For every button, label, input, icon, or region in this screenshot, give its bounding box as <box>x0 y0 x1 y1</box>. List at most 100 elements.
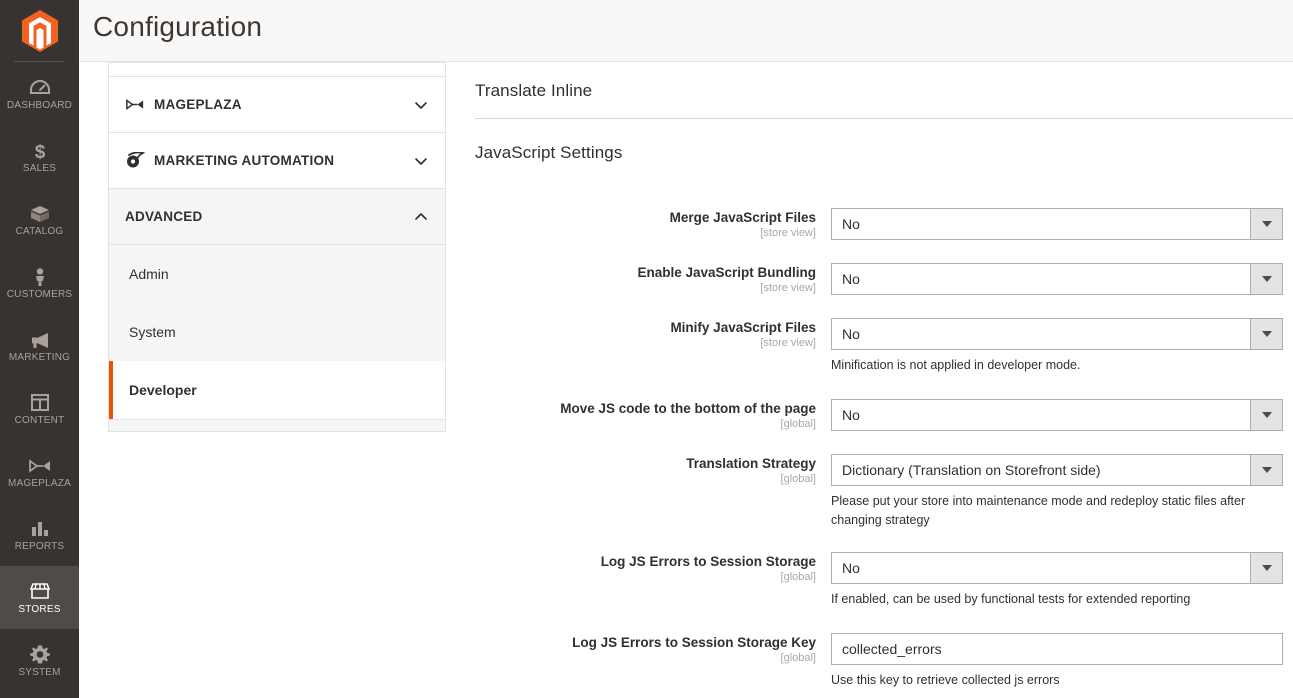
person-icon <box>27 266 53 288</box>
section-title-javascript: JavaScript Settings <box>475 143 623 162</box>
admin-page: DASHBOARD $ SALES CATALOG CUSTOMERS MARK… <box>0 0 1293 698</box>
bar-chart-icon <box>27 518 53 540</box>
field-label: Translation Strategy <box>686 456 816 471</box>
field-label: Minify JavaScript Files <box>670 320 816 335</box>
nav-label: SALES <box>22 162 57 174</box>
nav-label: SYSTEM <box>18 666 61 678</box>
config-section-mageplaza: MAGEPLAZA <box>108 76 446 133</box>
nav-item-customers[interactable]: CUSTOMERS <box>0 251 79 314</box>
field-control: No <box>831 263 1283 295</box>
select-value: Dictionary (Translation on Storefront si… <box>842 462 1101 478</box>
field-control: Dictionary (Translation on Storefront si… <box>831 454 1283 530</box>
config-nav-footer <box>109 419 445 431</box>
config-section-header-mageplaza[interactable]: MAGEPLAZA <box>109 77 445 132</box>
field-label-wrap: Log JS Errors to Session Storage [global… <box>460 554 816 584</box>
field-label: Merge JavaScript Files <box>669 210 816 225</box>
field-label-wrap: Minify JavaScript Files [store view] <box>460 320 816 350</box>
marketing-automation-icon <box>125 152 147 169</box>
config-section-marketing-automation: MARKETING AUTOMATION <box>108 133 446 189</box>
storefront-icon <box>27 581 53 603</box>
translation-strategy-select[interactable]: Dictionary (Translation on Storefront si… <box>831 454 1283 486</box>
field-label-wrap: Translation Strategy [global] <box>460 456 816 486</box>
field-note: If enabled, can be used by functional te… <box>831 592 1191 606</box>
nav-item-stores[interactable]: STORES <box>0 566 79 629</box>
section-divider <box>475 118 1293 119</box>
config-section-label: MARKETING AUTOMATION <box>154 153 335 168</box>
nav-label: REPORTS <box>14 540 65 552</box>
field-control: No If enabled, can be used by functional… <box>831 552 1283 609</box>
chevron-down-icon[interactable] <box>1250 319 1282 349</box>
nav-label: STORES <box>18 603 61 615</box>
config-subitem-system[interactable]: System <box>109 303 445 361</box>
chevron-down-icon[interactable] <box>1250 553 1282 583</box>
nav-label: DASHBOARD <box>6 99 73 111</box>
field-label-wrap: Log JS Errors to Session Storage Key [gl… <box>460 635 816 665</box>
field-label-wrap: Enable JavaScript Bundling [store view] <box>460 265 816 295</box>
mageplaza-bowtie-icon <box>27 455 53 477</box>
config-section-nav: MAGEPLAZA MARKETING AUTOMATION ADVANCED … <box>108 62 446 432</box>
page-title: Configuration <box>93 11 263 42</box>
field-scope: [store view] <box>760 227 816 239</box>
select-value: No <box>842 407 860 423</box>
config-section-partial-above <box>108 62 446 76</box>
field-control: No <box>831 208 1283 240</box>
field-control: No <box>831 399 1283 431</box>
mageplaza-bowtie-icon <box>125 97 147 113</box>
chevron-down-icon[interactable] <box>1250 209 1282 239</box>
nav-item-dashboard[interactable]: DASHBOARD <box>0 62 79 125</box>
field-scope: [store view] <box>760 337 816 349</box>
field-note: Minification is not applied in developer… <box>831 358 1081 372</box>
config-subitem-label: Admin <box>129 266 169 282</box>
config-section-advanced: ADVANCED Admin System Developer <box>108 189 446 432</box>
nav-item-system[interactable]: SYSTEM <box>0 629 79 692</box>
magento-logo-icon <box>20 9 60 53</box>
config-subitem-label: Developer <box>129 382 197 398</box>
select-value: No <box>842 326 860 342</box>
nav-item-reports[interactable]: REPORTS <box>0 503 79 566</box>
log-js-errors-key-input[interactable] <box>831 633 1283 665</box>
chevron-down-icon[interactable] <box>1250 264 1282 294</box>
layout-icon <box>27 392 53 414</box>
nav-label: MAGEPLAZA <box>8 477 71 489</box>
nav-item-catalog[interactable]: CATALOG <box>0 188 79 251</box>
field-scope: [global] <box>780 571 816 583</box>
field-label: Move JS code to the bottom of the page <box>560 401 816 416</box>
chevron-down-icon <box>414 98 428 112</box>
dollar-icon: $ <box>27 140 53 162</box>
enable-javascript-bundling-select[interactable]: No <box>831 263 1283 295</box>
megaphone-icon <box>27 329 53 351</box>
minify-javascript-files-select[interactable]: No <box>831 318 1283 350</box>
field-label: Log JS Errors to Session Storage Key <box>572 635 816 650</box>
field-scope: [store view] <box>760 282 816 294</box>
dashboard-icon <box>27 77 53 99</box>
magento-logo[interactable] <box>0 0 79 62</box>
config-subitem-developer[interactable]: Developer <box>109 361 445 419</box>
nav-label: CUSTOMERS <box>6 288 73 300</box>
log-js-errors-select[interactable]: No <box>831 552 1283 584</box>
chevron-down-icon[interactable] <box>1250 400 1282 430</box>
config-subitem-admin[interactable]: Admin <box>109 245 445 303</box>
field-scope: [global] <box>780 652 816 664</box>
select-value: No <box>842 271 860 287</box>
field-label: Log JS Errors to Session Storage <box>600 554 816 569</box>
nav-label: CATALOG <box>15 225 64 237</box>
nav-item-mageplaza[interactable]: MAGEPLAZA <box>0 440 79 503</box>
nav-item-content[interactable]: CONTENT <box>0 377 79 440</box>
nav-label: CONTENT <box>14 414 65 426</box>
field-note: Please put your store into maintenance m… <box>831 494 1246 527</box>
nav-item-sales[interactable]: $ SALES <box>0 125 79 188</box>
page-header: Configuration <box>79 0 1293 62</box>
admin-sidebar: DASHBOARD $ SALES CATALOG CUSTOMERS MARK… <box>0 0 79 698</box>
config-section-header-advanced[interactable]: ADVANCED <box>109 189 445 244</box>
merge-javascript-files-select[interactable]: No <box>831 208 1283 240</box>
field-label-wrap: Merge JavaScript Files [store view] <box>460 210 816 240</box>
nav-item-marketing[interactable]: MARKETING <box>0 314 79 377</box>
select-value: No <box>842 216 860 232</box>
chevron-up-icon <box>414 210 428 224</box>
move-js-code-select[interactable]: No <box>831 399 1283 431</box>
nav-label: MARKETING <box>8 351 71 363</box>
field-label: Enable JavaScript Bundling <box>637 265 816 280</box>
field-control: No Minification is not applied in develo… <box>831 318 1283 375</box>
config-section-header-marketing-automation[interactable]: MARKETING AUTOMATION <box>109 133 445 188</box>
chevron-down-icon[interactable] <box>1250 455 1282 485</box>
